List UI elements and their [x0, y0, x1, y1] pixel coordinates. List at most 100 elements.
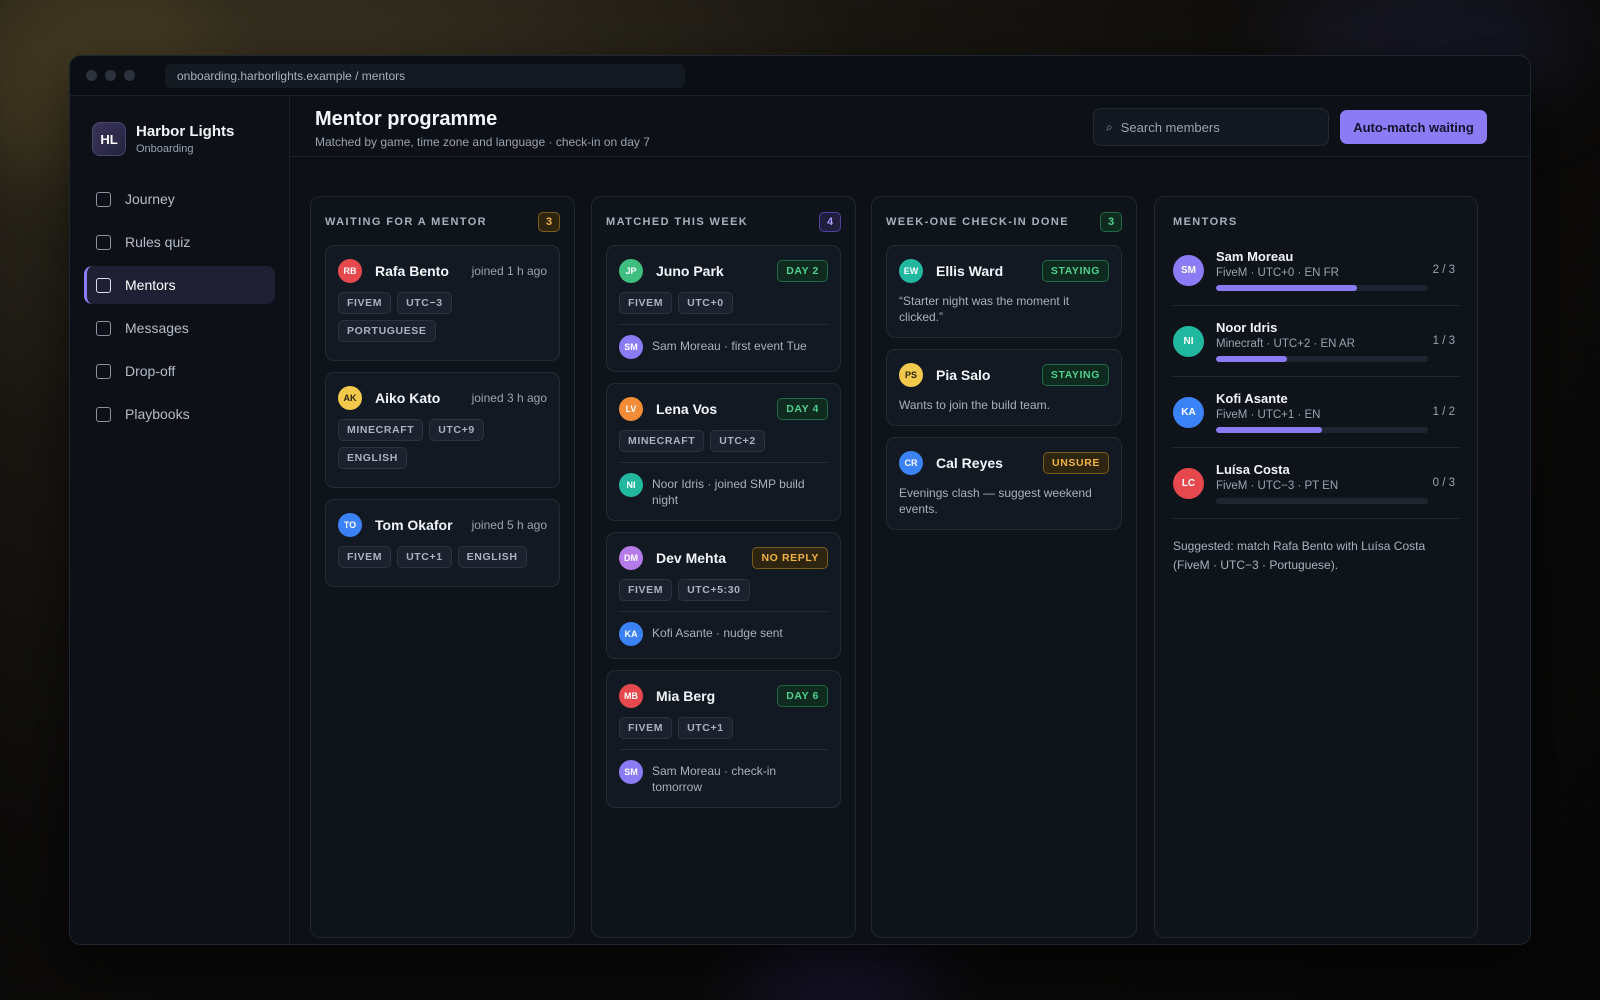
column-checkin-done: WEEK-ONE CHECK-IN DONE 3 EW Ellis Ward S… — [871, 196, 1137, 938]
capacity-bar — [1216, 427, 1428, 433]
capacity-bar-fill — [1216, 427, 1322, 433]
tag-game: FIVEM — [619, 579, 673, 601]
sidebar: HL Harbor Lights Onboarding Journey Rule… — [70, 96, 290, 944]
sidebar-item-label: Drop-off — [125, 363, 176, 379]
avatar: NI — [1173, 325, 1204, 357]
tag-timezone: UTC+0 — [678, 292, 733, 314]
status-badge: DAY 4 — [777, 398, 828, 420]
sidebar-item-journey[interactable]: Journey — [84, 180, 275, 218]
sidebar-item-drop-off[interactable]: Drop-off — [84, 352, 275, 390]
avatar: JP — [619, 259, 643, 283]
member-name: Tom Okafor — [375, 517, 453, 533]
status-badge: STAYING — [1041, 260, 1109, 282]
member-name: Aiko Kato — [375, 390, 441, 406]
brand-name: Harbor Lights — [136, 123, 235, 140]
sidebar-item-messages[interactable]: Messages — [84, 309, 275, 347]
capacity-bar — [1216, 356, 1428, 362]
column-title: MATCHED THIS WEEK — [606, 216, 749, 228]
status-badge: STAYING — [1041, 364, 1109, 386]
member-card[interactable]: AK Aiko Kato joined 3 h ago MINECRAFT UT… — [325, 372, 560, 488]
joined-time: joined 3 h ago — [471, 391, 547, 405]
avatar: CR — [899, 451, 923, 475]
tag-language: ENGLISH — [457, 546, 527, 568]
status-badge: NO REPLY — [752, 547, 828, 569]
member-card[interactable]: EW Ellis Ward STAYING “Starter night was… — [886, 245, 1122, 338]
member-name: Dev Mehta — [656, 550, 727, 566]
mentor-name: Luísa Costa — [1216, 462, 1290, 477]
search-icon: ⌕ — [1106, 119, 1113, 134]
column-count-badge: 3 — [1100, 212, 1122, 232]
mentor-row[interactable]: LC Luísa Costa FiveM · UTC−3 · PT EN 0 /… — [1173, 448, 1459, 519]
checkin-note: Evenings clash — suggest weekend events. — [899, 486, 1092, 516]
search-input[interactable] — [1120, 119, 1311, 135]
member-card[interactable]: CR Cal Reyes UNSURE Evenings clash — sug… — [886, 437, 1122, 530]
mentor-load: 1 / 3 — [1432, 335, 1455, 347]
avatar: AK — [338, 386, 362, 410]
tag-language: PORTUGUESE — [338, 320, 436, 342]
member-card[interactable]: RB Rafa Bento joined 1 h ago FIVEM UTC−3… — [325, 245, 560, 361]
checkin-note: Wants to join the build team. — [899, 398, 1050, 412]
tag-timezone: UTC+5:30 — [678, 579, 750, 601]
mentor-meta: FiveM · UTC+0 · EN FR — [1216, 267, 1339, 279]
member-card[interactable]: MB Mia Berg DAY 6 FIVEM UTC+1 SM Sam Mor… — [606, 670, 841, 808]
sidebar-item-label: Rules quiz — [125, 234, 191, 250]
sidebar-item-label: Messages — [125, 320, 189, 336]
avatar: PS — [899, 363, 923, 387]
member-card[interactable]: DM Dev Mehta NO REPLY FIVEM UTC+5:30 KA … — [606, 532, 841, 659]
column-matched: MATCHED THIS WEEK 4 JP Juno Park DAY 2 F… — [591, 196, 856, 938]
member-card[interactable]: LV Lena Vos DAY 4 MINECRAFT UTC+2 NI Noo… — [606, 383, 841, 521]
auto-match-button[interactable]: Auto-match waiting — [1340, 110, 1487, 144]
column-waiting: WAITING FOR A MENTOR 3 RB Rafa Bento joi… — [310, 196, 575, 938]
mentor-meta: FiveM · UTC+1 · EN — [1216, 409, 1321, 421]
mentor-avatar: NI — [619, 473, 643, 497]
member-name: Cal Reyes — [936, 455, 1003, 471]
tag-timezone: UTC+1 — [397, 546, 452, 568]
tag-timezone: UTC+1 — [678, 717, 733, 739]
mentor-row[interactable]: SM Sam Moreau FiveM · UTC+0 · EN FR 2 / … — [1173, 235, 1459, 306]
sidebar-nav: Journey Rules quiz Mentors Messages Drop… — [70, 180, 289, 433]
window-maximize-dot[interactable] — [124, 70, 135, 81]
member-name: Lena Vos — [656, 401, 718, 417]
member-card[interactable]: JP Juno Park DAY 2 FIVEM UTC+0 SM Sam Mo… — [606, 245, 841, 372]
mentor-row[interactable]: NI Noor Idris Minecraft · UTC+2 · EN AR … — [1173, 306, 1459, 377]
capacity-bar — [1216, 285, 1428, 291]
avatar: LC — [1173, 467, 1204, 499]
member-card[interactable]: PS Pia Salo STAYING Wants to join the bu… — [886, 349, 1122, 426]
tag-game: MINECRAFT — [619, 430, 705, 452]
window-close-dot[interactable] — [86, 70, 97, 81]
url-bar[interactable]: onboarding.harborlights.example / mentor… — [165, 63, 685, 88]
sidebar-item-label: Journey — [125, 191, 175, 207]
sidebar-item-mentors[interactable]: Mentors — [84, 266, 275, 304]
member-name: Mia Berg — [656, 688, 716, 704]
avatar: DM — [619, 546, 643, 570]
search-box[interactable]: ⌕ — [1093, 108, 1329, 146]
mentor-meta: FiveM · UTC−3 · PT EN — [1216, 480, 1339, 492]
sidebar-item-rules-quiz[interactable]: Rules quiz — [84, 223, 275, 261]
mentor-row[interactable]: KA Kofi Asante FiveM · UTC+1 · EN 1 / 2 — [1173, 377, 1459, 448]
app-window: onboarding.harborlights.example / mentor… — [69, 55, 1531, 945]
tag-game: FIVEM — [619, 292, 673, 314]
page-header: Mentor programme Matched by game, time z… — [291, 96, 1530, 157]
mentor-load: 2 / 3 — [1432, 264, 1455, 276]
member-card[interactable]: TO Tom Okafor joined 5 h ago FIVEM UTC+1… — [325, 499, 560, 587]
avatar: KA — [1173, 396, 1204, 428]
sidebar-item-playbooks[interactable]: Playbooks — [84, 395, 275, 433]
tag-language: ENGLISH — [338, 447, 407, 469]
sidebar-item-label: Playbooks — [125, 406, 190, 422]
status-badge: DAY 2 — [777, 260, 828, 282]
tag-game: FIVEM — [338, 292, 392, 314]
tag-timezone: UTC+9 — [429, 419, 484, 441]
brand-logo: HL — [92, 122, 126, 156]
square-icon — [96, 277, 111, 293]
square-icon — [96, 191, 111, 207]
avatar: TO — [338, 513, 362, 537]
mentor-load: 0 / 3 — [1432, 477, 1455, 489]
square-icon — [96, 363, 111, 379]
tag-game: MINECRAFT — [338, 419, 424, 441]
member-name: Pia Salo — [936, 367, 991, 383]
window-minimize-dot[interactable] — [105, 70, 116, 81]
capacity-bar-fill — [1216, 356, 1287, 362]
mentor-name: Sam Moreau — [1216, 249, 1294, 264]
column-title: WAITING FOR A MENTOR — [325, 216, 488, 228]
tag-game: FIVEM — [619, 717, 673, 739]
